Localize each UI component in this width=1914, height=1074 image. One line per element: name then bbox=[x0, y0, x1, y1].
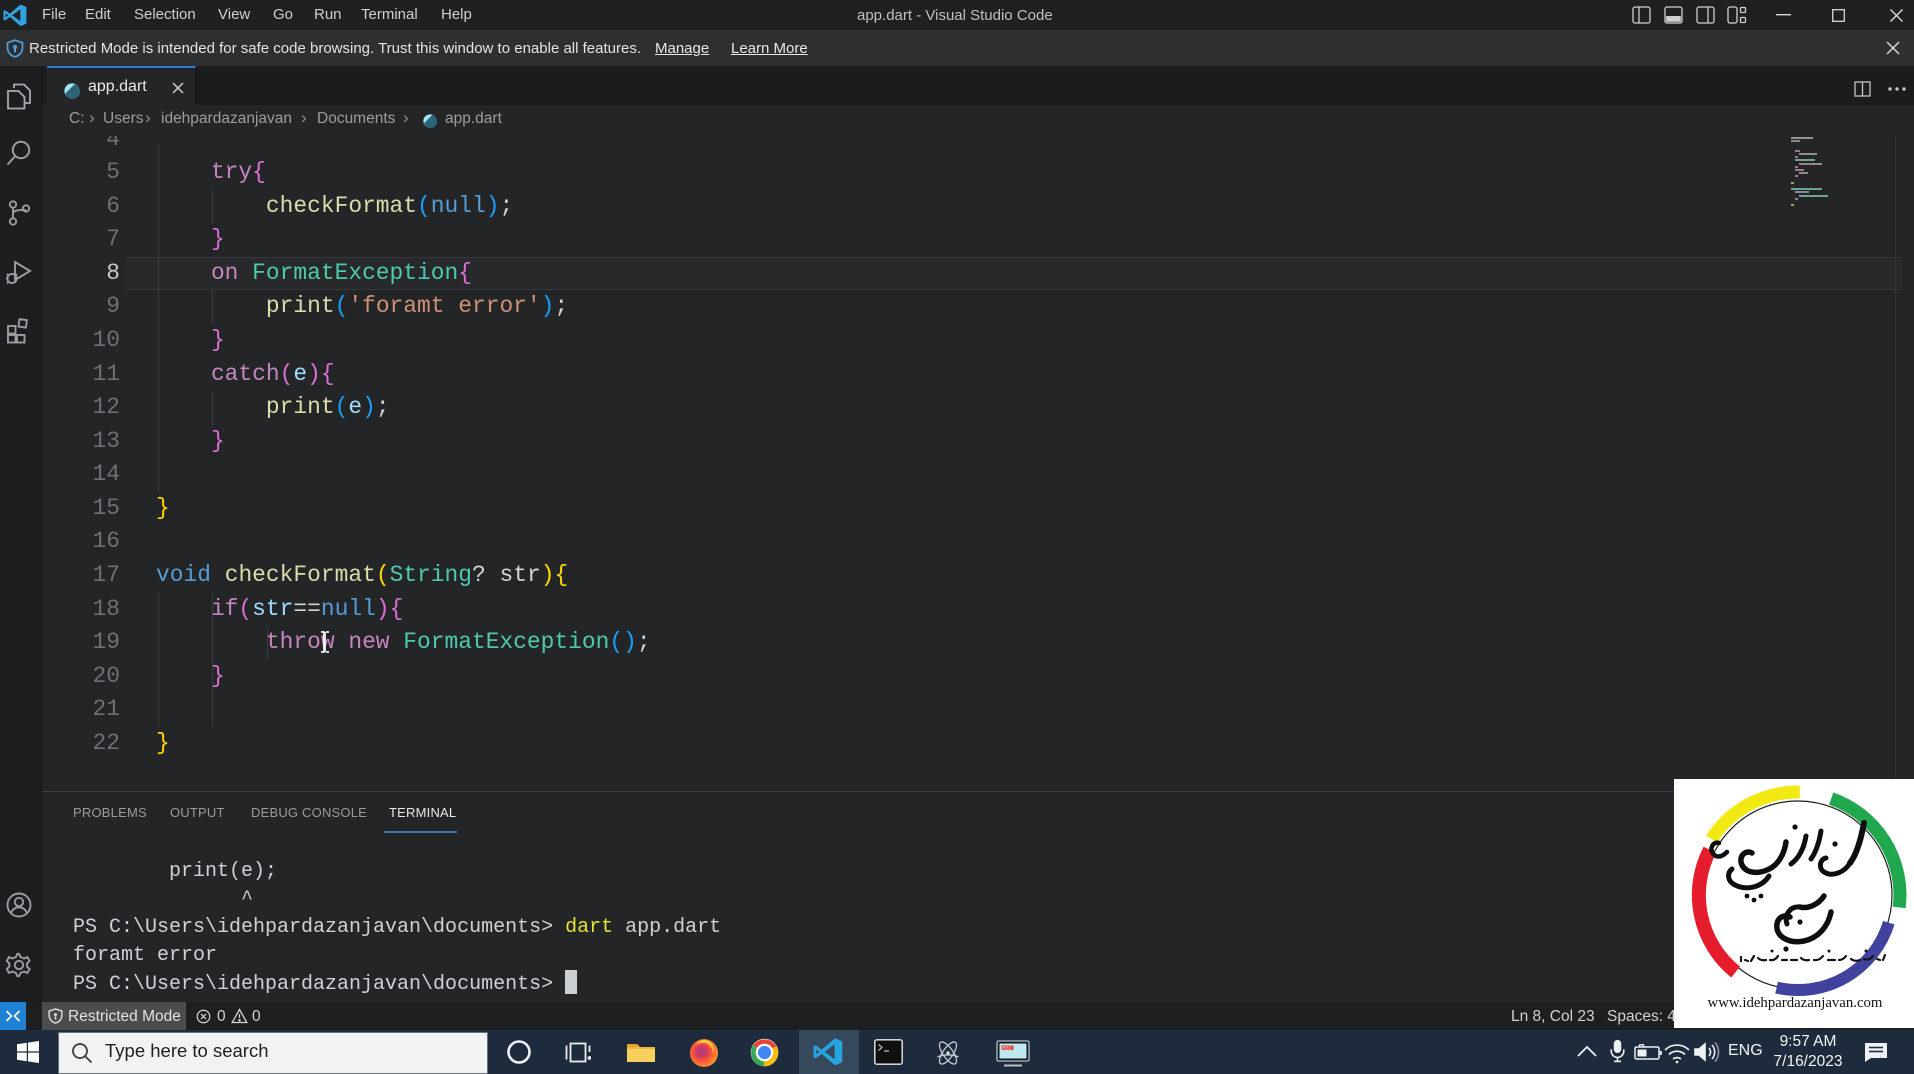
svg-text:www.idehpardazanjavan.com: www.idehpardazanjavan.com bbox=[1708, 995, 1883, 1011]
svg-text:REC: REC bbox=[1002, 1045, 1012, 1050]
